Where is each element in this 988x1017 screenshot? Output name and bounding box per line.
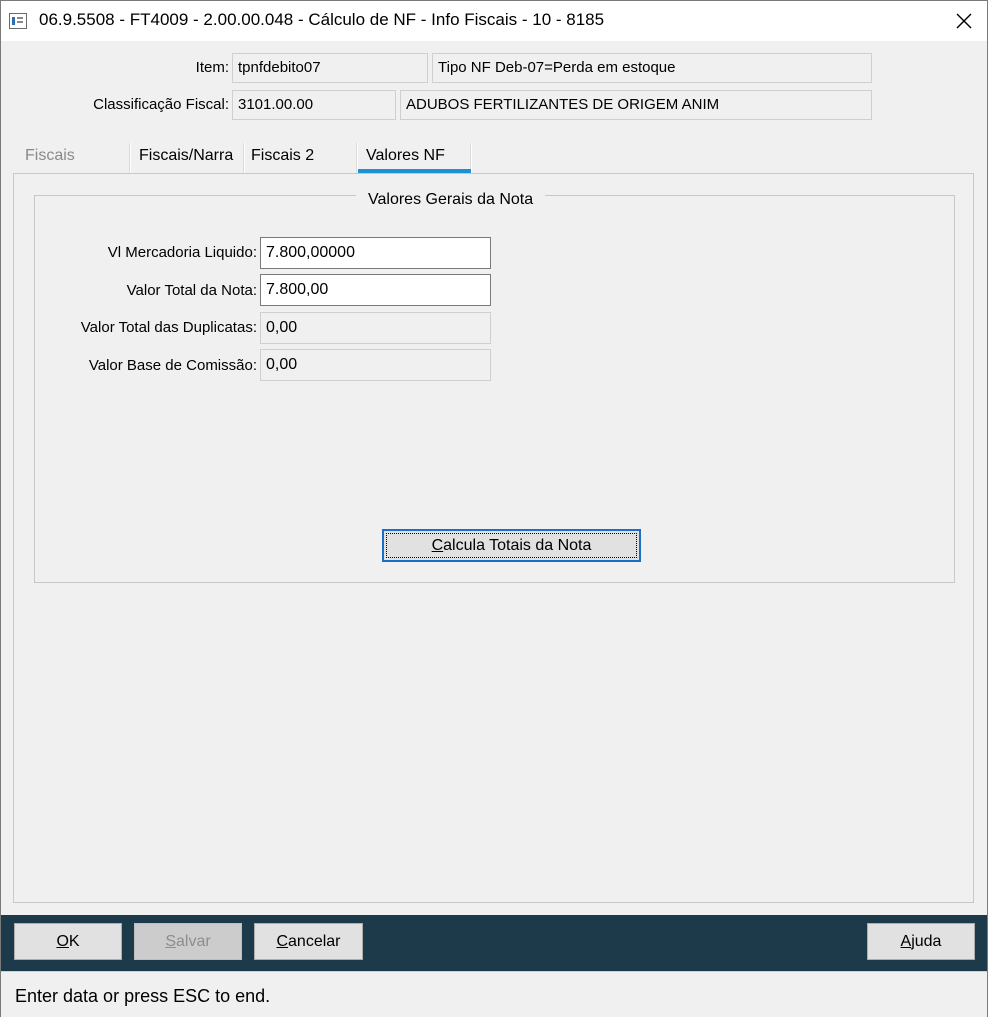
ok-button[interactable]: OK xyxy=(14,923,122,960)
button-bar: OK Salvar Cancelar Ajuda xyxy=(1,915,987,971)
item-code-field: tpnfdebito07 xyxy=(232,53,428,83)
status-bar: Enter data or press ESC to end. xyxy=(1,971,987,1017)
group-title: Valores Gerais da Nota xyxy=(356,191,546,209)
close-icon xyxy=(956,13,972,29)
tab-fiscais[interactable]: Fiscais xyxy=(25,147,75,165)
app-icon xyxy=(9,13,27,29)
tab-fiscais-2[interactable]: Fiscais 2 xyxy=(251,147,314,165)
status-text: Enter data or press ESC to end. xyxy=(15,986,271,1006)
vl-mercadoria-label: Vl Mercadoria Liquido: xyxy=(107,244,257,261)
valor-base-comissao-field: 0,00 xyxy=(260,349,491,381)
tab-fiscais-narra[interactable]: Fiscais/Narra xyxy=(139,147,233,165)
cancel-button[interactable]: Cancelar xyxy=(254,923,363,960)
tab-separator xyxy=(129,143,131,173)
valor-total-duplicatas-label: Valor Total das Duplicatas: xyxy=(80,319,257,336)
item-label: Item: xyxy=(195,59,229,76)
valor-total-duplicatas-field: 0,00 xyxy=(260,312,491,344)
title-bar[interactable]: 06.9.5508 - FT4009 - 2.00.00.048 - Cálcu… xyxy=(1,1,987,41)
valor-base-comissao-label: Valor Base de Comissão: xyxy=(88,357,257,374)
window-title: 06.9.5508 - FT4009 - 2.00.00.048 - Cálcu… xyxy=(39,10,605,29)
tab-valores-nf[interactable]: Valores NF xyxy=(366,147,445,165)
classification-code-field: 3101.00.00 xyxy=(232,90,396,120)
classification-label: Classificação Fiscal: xyxy=(93,96,229,113)
save-button[interactable]: Salvar xyxy=(134,923,242,960)
valor-total-nota-input[interactable]: 7.800,00 xyxy=(260,274,491,306)
vl-mercadoria-input[interactable]: 7.800,00000 xyxy=(260,237,491,269)
calcula-totais-button[interactable]: Calcula Totais da Nota xyxy=(382,529,641,562)
dialog-window: 06.9.5508 - FT4009 - 2.00.00.048 - Cálcu… xyxy=(0,0,988,1017)
valor-total-nota-label: Valor Total da Nota: xyxy=(126,282,257,299)
close-button[interactable] xyxy=(941,1,987,41)
classification-description-field: ADUBOS FERTILIZANTES DE ORIGEM ANIM xyxy=(400,90,872,120)
tab-separator xyxy=(243,143,245,173)
item-description-field: Tipo NF Deb-07=Perda em estoque xyxy=(432,53,872,83)
help-button[interactable]: Ajuda xyxy=(867,923,975,960)
